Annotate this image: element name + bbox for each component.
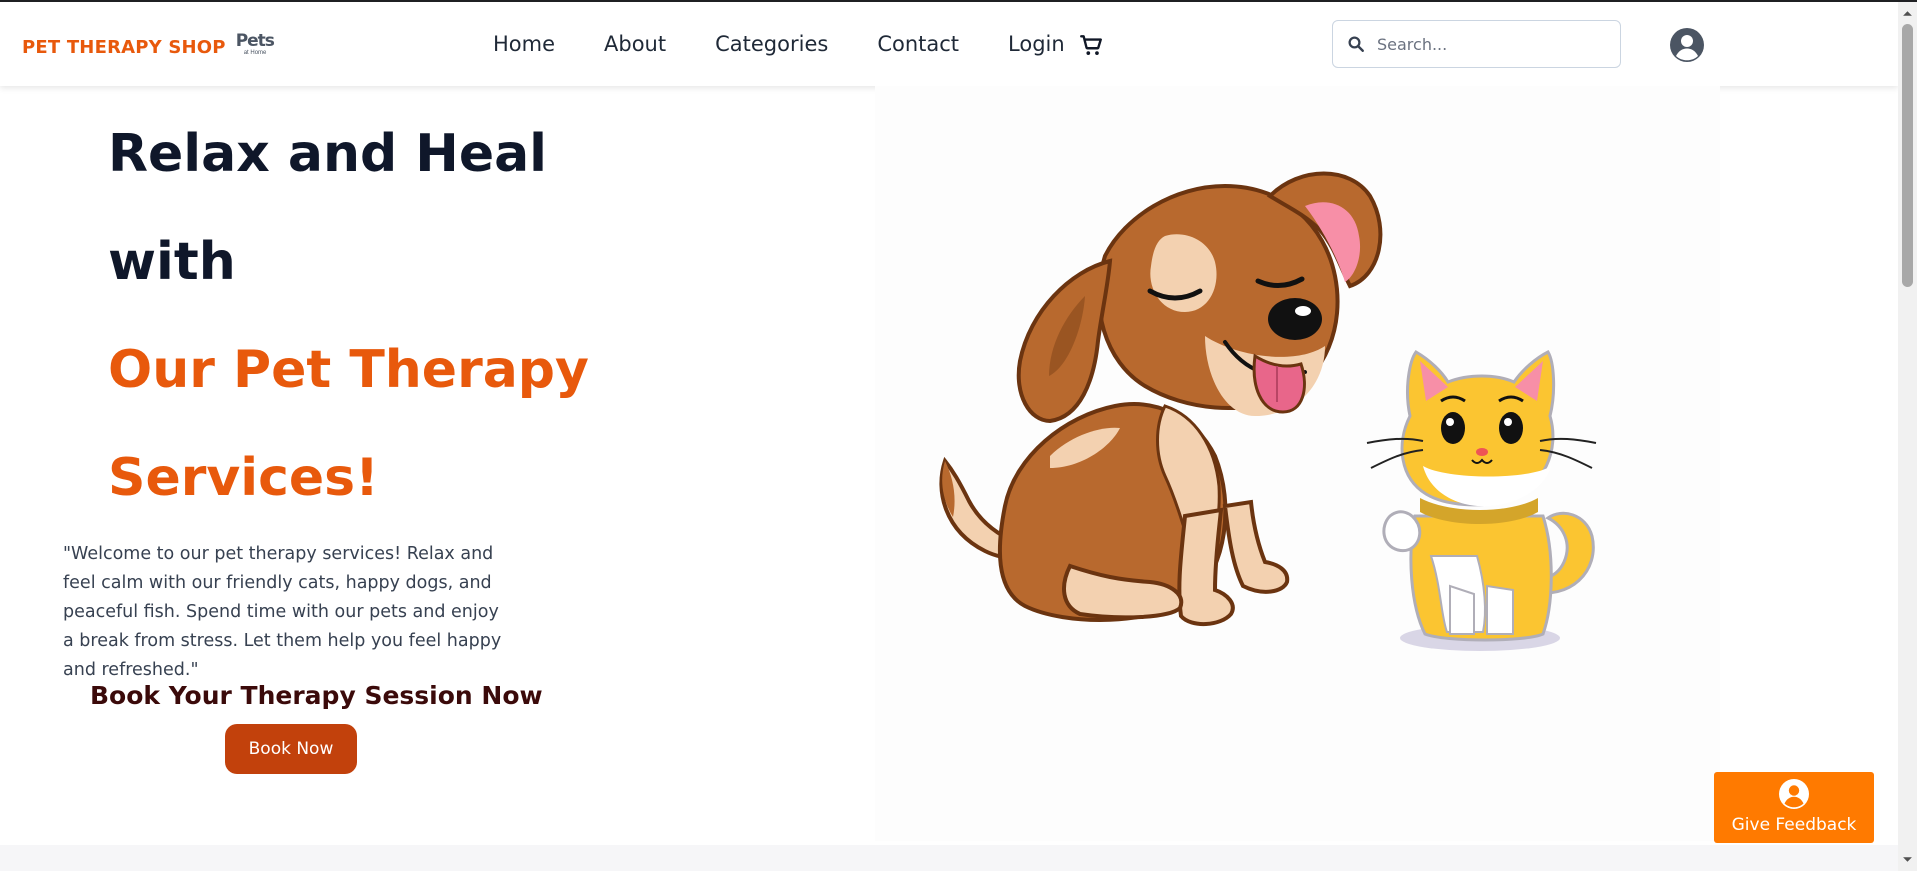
logo-subtext: at Home <box>243 50 267 56</box>
brand[interactable]: PET THERAPY SHOP Pets at Home <box>22 31 278 61</box>
scroll-up-arrow-icon[interactable] <box>1902 8 1913 19</box>
hero-title: Relax and Heal with Our Pet Therapy Serv… <box>108 100 589 532</box>
hero-title-line-4: Services! <box>108 448 379 508</box>
nav-contact[interactable]: Contact <box>877 32 959 56</box>
logo-text: Pets <box>235 31 275 51</box>
pets-at-home-logo: Pets at Home <box>236 31 278 59</box>
hero-title-line-3: Our Pet Therapy <box>108 340 589 400</box>
book-now-button[interactable]: Book Now <box>225 724 357 774</box>
user-avatar-icon[interactable] <box>1669 27 1705 63</box>
dog-illustration <box>939 171 1383 626</box>
main-nav: Home About Categories Contact Login <box>493 32 1114 56</box>
user-circle-icon <box>1779 779 1809 809</box>
scroll-down-arrow-icon[interactable] <box>1902 854 1913 865</box>
navbar: PET THERAPY SHOP Pets at Home Home About… <box>0 2 1898 86</box>
nav-categories[interactable]: Categories <box>715 32 828 56</box>
search-box <box>1332 20 1621 68</box>
search-icon <box>1348 36 1364 52</box>
brand-name[interactable]: PET THERAPY SHOP <box>22 37 226 58</box>
hero-title-line-1: Relax and Heal <box>108 124 548 184</box>
intro-text: "Welcome to our pet therapy services! Re… <box>63 544 502 680</box>
feedback-label: Give Feedback <box>1731 815 1857 835</box>
cat-illustration <box>1366 350 1597 651</box>
hero-image-dog-and-cat <box>875 86 1720 841</box>
page-scrollbar[interactable] <box>1898 2 1917 871</box>
search-input[interactable] <box>1377 34 1617 54</box>
give-feedback-button[interactable]: Give Feedback <box>1714 772 1874 843</box>
nav-login[interactable]: Login <box>1008 32 1065 56</box>
cart-icon[interactable] <box>1078 32 1104 58</box>
nav-home[interactable]: Home <box>493 32 555 56</box>
next-section-strip <box>0 845 1898 871</box>
hero-title-line-2: with <box>108 232 236 292</box>
book-session-heading: Book Your Therapy Session Now <box>90 681 543 710</box>
nav-about[interactable]: About <box>604 32 666 56</box>
scroll-thumb[interactable] <box>1902 24 1913 287</box>
